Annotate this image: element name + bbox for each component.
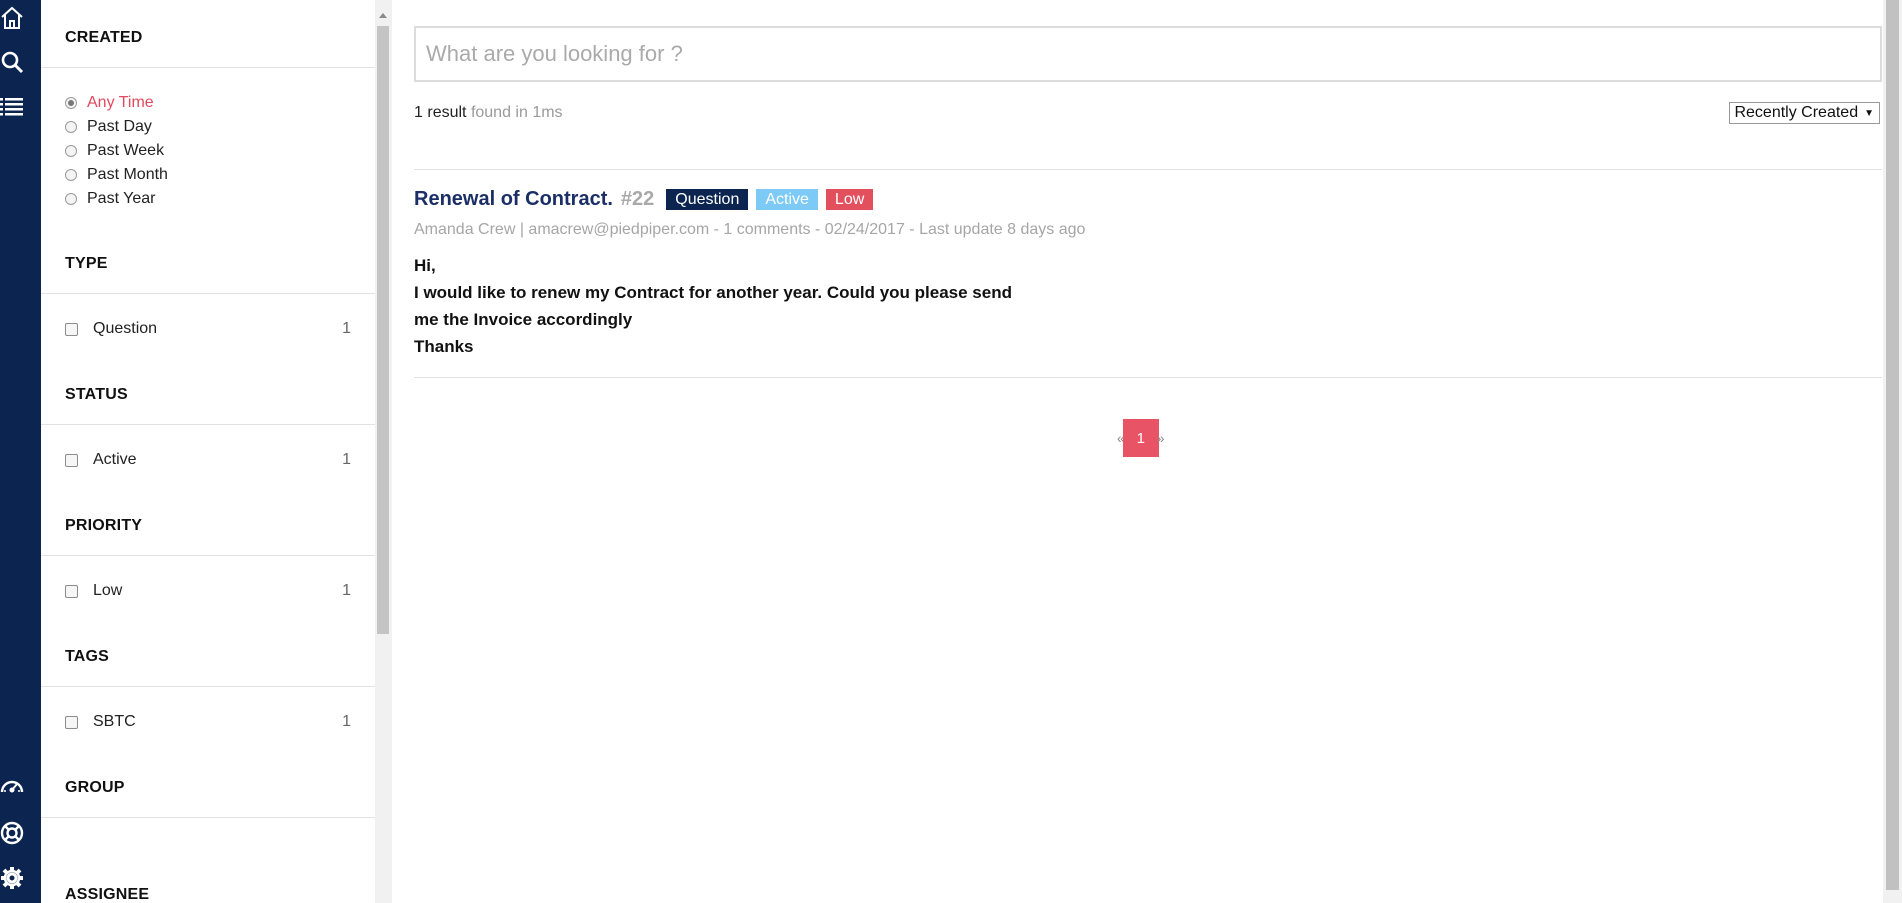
filter-status-active[interactable]: Active 1 (65, 449, 351, 471)
checkbox[interactable] (65, 322, 78, 336)
scroll-up-arrow[interactable] (379, 13, 387, 18)
dashboard-icon[interactable] (0, 774, 24, 798)
radio-button[interactable] (65, 121, 77, 133)
radio-past-day[interactable]: Past Day (65, 117, 152, 137)
filter-priority-title: PRIORITY (65, 517, 143, 534)
results-count: 1 (414, 104, 423, 121)
pagination: « 1 » (1117, 419, 1165, 457)
filter-scrollbar[interactable] (375, 0, 392, 903)
filter-label: Low (93, 582, 123, 599)
divider (41, 67, 375, 68)
ticket-title-row: Renewal of Contract. #22 Question Active… (414, 188, 874, 211)
filter-priority-low[interactable]: Low 1 (65, 580, 351, 602)
home-icon[interactable] (0, 6, 24, 30)
filter-count: 1 (342, 320, 351, 337)
checkbox[interactable] (65, 453, 78, 467)
search-input[interactable]: What are you looking for ? (414, 26, 1882, 82)
radio-button[interactable] (65, 193, 77, 205)
page-scrollbar[interactable] (1883, 0, 1902, 903)
sort-select[interactable]: Recently Created ▼ (1729, 102, 1880, 124)
divider (414, 377, 1882, 378)
ticket-body-line: Hi, (414, 256, 436, 275)
main-content: What are you looking for ? 1 result foun… (392, 0, 1902, 903)
ticket-meta: Amanda Crew | amacrew@piedpiper.com - 1 … (414, 221, 1086, 238)
divider (41, 817, 375, 818)
next-page-link[interactable]: » (1157, 430, 1165, 446)
divider (41, 424, 375, 425)
filter-tags-title: TAGS (65, 648, 110, 665)
radio-any-time[interactable]: Any Time (65, 93, 154, 113)
radio-past-week[interactable]: Past Week (65, 141, 164, 161)
results-summary: 1 result found in 1ms (414, 104, 563, 122)
icon-rail (0, 0, 41, 903)
radio-button[interactable] (65, 169, 77, 181)
ticket-title-link[interactable]: Renewal of Contract. (414, 188, 613, 211)
type-badge: Question (666, 189, 749, 210)
sort-label: Recently Created (1734, 104, 1859, 121)
scrollbar-thumb[interactable] (377, 26, 389, 634)
help-icon[interactable] (0, 821, 24, 845)
filter-count: 1 (342, 713, 351, 730)
divider (414, 169, 1882, 170)
filter-status-title: STATUS (65, 386, 128, 403)
filter-group-title: GROUP (65, 779, 125, 796)
radio-label: Any Time (87, 94, 154, 111)
list-icon[interactable] (0, 95, 24, 119)
priority-badge: Low (825, 189, 874, 210)
filter-type-title: TYPE (65, 255, 108, 272)
ticket-body-line: I would like to renew my Contract for an… (414, 283, 1012, 302)
radio-label: Past Week (87, 142, 165, 159)
results-time: found in 1ms (470, 104, 563, 121)
divider (41, 555, 375, 556)
page-1-button[interactable]: 1 (1122, 419, 1159, 457)
search-icon[interactable] (0, 50, 24, 74)
radio-label: Past Year (87, 190, 156, 207)
filter-assignee-title: ASSIGNEE (65, 886, 150, 903)
checkbox[interactable] (65, 715, 78, 729)
filter-label: SBTC (93, 713, 136, 730)
filter-tag-sbtc[interactable]: SBTC 1 (65, 711, 351, 733)
scrollbar-thumb[interactable] (1886, 0, 1899, 890)
filter-type-question[interactable]: Question 1 (65, 318, 351, 340)
caret-down-icon: ▼ (1864, 107, 1874, 119)
status-badge: Active (756, 189, 818, 210)
radio-button[interactable] (65, 97, 77, 109)
settings-icon[interactable] (0, 866, 24, 890)
search-placeholder: What are you looking for ? (426, 41, 683, 66)
filter-count: 1 (342, 582, 351, 599)
checkbox[interactable] (65, 584, 78, 598)
filter-created-title: CREATED (65, 29, 143, 46)
radio-past-month[interactable]: Past Month (65, 165, 168, 185)
radio-button[interactable] (65, 145, 77, 157)
filter-label: Active (93, 451, 137, 468)
ticket-number: #22 (620, 188, 655, 210)
radio-label: Past Month (87, 166, 168, 183)
radio-past-year[interactable]: Past Year (65, 189, 156, 209)
results-word: result (427, 104, 467, 121)
divider (41, 293, 375, 294)
filter-count: 1 (342, 451, 351, 468)
ticket-body: Hi, I would like to renew my Contract fo… (414, 252, 1012, 360)
filter-panel: CREATED Any Time Past Day Past Week Past… (41, 0, 375, 903)
ticket-body-line: Thanks (414, 337, 474, 356)
ticket-body-line: me the Invoice accordingly (414, 310, 633, 329)
radio-label: Past Day (87, 118, 152, 135)
filter-label: Question (93, 320, 158, 337)
divider (41, 686, 375, 687)
